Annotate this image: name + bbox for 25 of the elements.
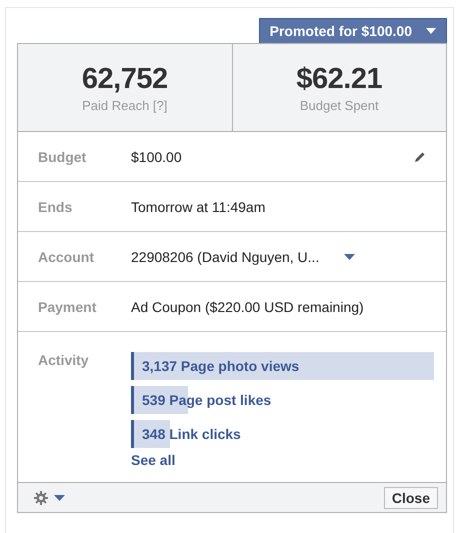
caret-icon[interactable] [344,254,356,260]
field-label: Ends [38,198,74,214]
pencil-icon[interactable] [414,150,426,162]
stat-label: Paid Reach [?] [82,98,168,112]
stat-value: $62.21 [296,62,382,96]
stat-value: 62,752 [82,62,168,96]
field-label: Activity [38,352,90,370]
field-value: 22908206 (David Nguyen, U... [131,248,320,264]
close-button[interactable]: Close [384,486,438,508]
promoted-dropdown-button[interactable]: Promoted for $100.00 [258,18,447,43]
activity-link[interactable]: 3,137 Page photo views [134,358,300,374]
field-label: Budget [38,148,88,164]
field-value: Ad Coupon ($220.00 USD remaining) [131,298,364,314]
see-all-link[interactable]: See all [131,452,176,468]
field-label: Payment [38,298,98,314]
activity-link[interactable]: 348 Link clicks [134,426,241,442]
caret-icon [54,494,65,500]
field-label: Account [38,248,95,264]
settings-icon [34,490,48,504]
settings-menu-button[interactable] [34,490,65,504]
field-value: $100.00 [131,148,182,164]
stat-label: Budget Spent [300,98,379,112]
caret-icon [426,28,436,34]
activity-link[interactable]: 539 Page post likes [134,392,272,408]
field-value: Tomorrow at 11:49am [131,198,266,214]
